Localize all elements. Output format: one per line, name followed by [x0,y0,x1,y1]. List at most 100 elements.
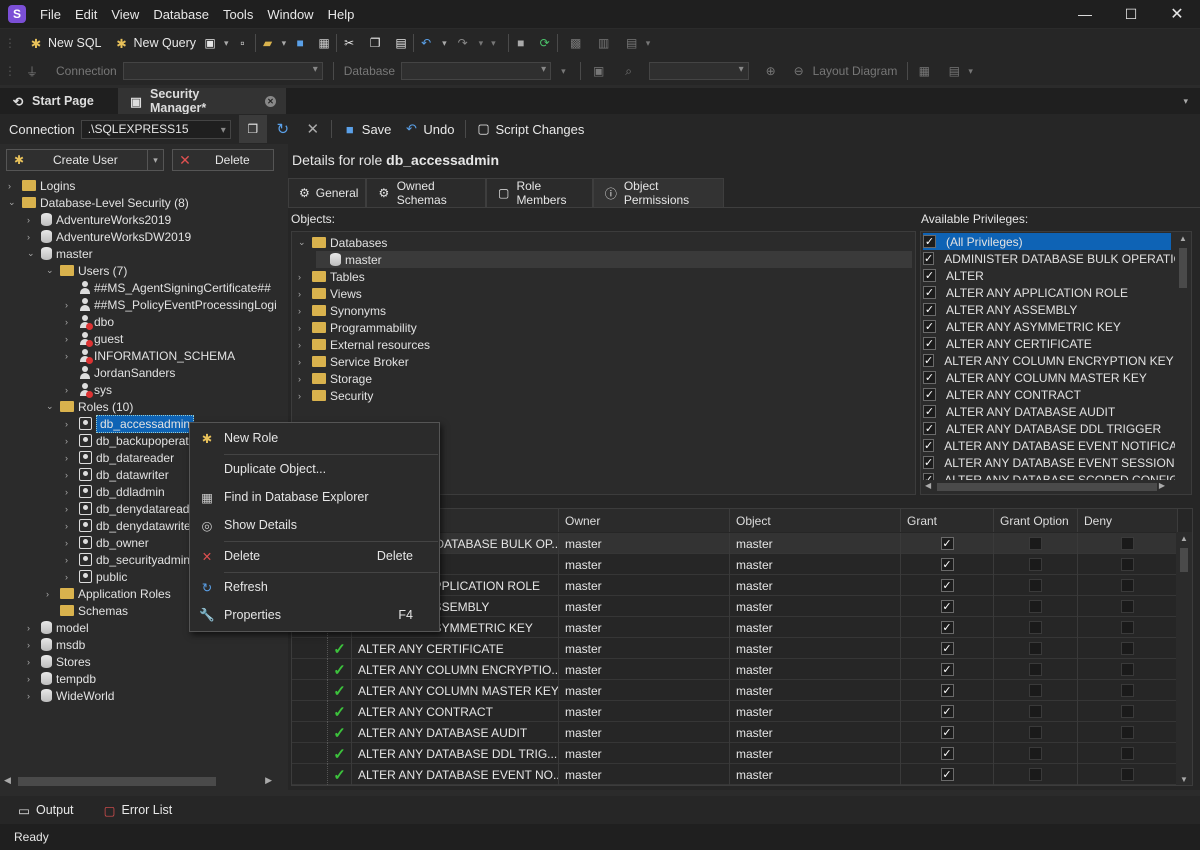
layout-diagram-button[interactable]: Layout Diagram [813,64,898,78]
tree-item[interactable]: › db_denydatawriter [65,517,195,534]
privilege-checkbox[interactable]: ✓ [923,371,936,384]
undo-button[interactable]: ↶ Undo [397,117,460,141]
grant-checkbox[interactable]: ✓ [901,743,994,764]
tree-item[interactable]: ⌄ master [27,245,93,262]
grant-checkbox[interactable]: ✓ [901,533,994,554]
grant-option-checkbox[interactable] [994,659,1078,680]
tab-owned-schemas[interactable]: ⚙ Owned Schemas [366,178,486,207]
menu-duplicate-object[interactable]: Duplicate Object... [190,457,439,481]
object-tree-item[interactable]: › External resources [298,336,430,353]
privilege-item[interactable]: ✓ ALTER ANY COLUMN MASTER KEY [923,369,1171,386]
privilege-checkbox[interactable]: ✓ [923,235,936,248]
error-list-tab[interactable]: ▢ Error List [96,798,179,822]
tree-item[interactable]: › INFORMATION_SCHEMA [65,347,235,364]
close-window-button[interactable]: ✕ [1154,4,1200,24]
expand-chevron-icon[interactable]: › [298,323,308,333]
open-icon[interactable]: ▰ [260,35,276,51]
expand-chevron-icon[interactable]: › [298,272,308,282]
deny-checkbox[interactable] [1078,764,1178,785]
new-window-icon[interactable]: ▣ [202,35,218,51]
object-tree-item[interactable]: › Storage [298,370,372,387]
grant-checkbox[interactable]: ✓ [901,764,994,785]
expand-chevron-icon[interactable]: ⌄ [46,265,56,276]
privileges-hscrollbar[interactable]: ◀ ▶ [921,480,1191,494]
grant-checkbox[interactable]: ✓ [901,554,994,575]
table-row[interactable]: ✓ ALTER ANY DATABASE AUDIT master master ✓ [292,722,1178,743]
zoom-icon[interactable]: ⌕ [621,63,637,79]
grant-option-checkbox[interactable] [994,764,1078,785]
deny-checkbox[interactable] [1078,596,1178,617]
privilege-item[interactable]: ✓ ALTER ANY COLUMN ENCRYPTION KEY [923,352,1174,369]
maximize-button[interactable]: ☐ [1108,6,1154,23]
privilege-item[interactable]: ✓ ALTER ANY DATABASE AUDIT [923,403,1171,420]
table-row[interactable]: ✓ ALTER ANY DATABASE EVENT NO... master mas… [292,764,1178,785]
tree-item[interactable]: › db_accessadmin [65,414,195,433]
tree-item[interactable]: ⌄ Database-Level Security (8) [8,194,189,211]
grant-option-checkbox[interactable] [994,533,1078,554]
privilege-item[interactable]: ✓ ALTER ANY DATABASE EVENT NOTIFICATION [923,437,1191,454]
cancel-icon[interactable]: ✕ [305,121,321,138]
tab-general[interactable]: ⚙ General [288,178,366,207]
create-user-dropdown-icon[interactable]: ▾ [147,150,163,170]
print-icon[interactable]: ▣ [591,63,607,79]
grid-vscrollbar[interactable]: ▲ ▼ [1176,532,1192,785]
grid-column-header[interactable]: Deny [1078,509,1178,532]
menu-view[interactable]: View [111,7,139,22]
expand-chevron-icon[interactable]: › [298,289,308,299]
tree-item[interactable]: › ##MS_PolicyEventProcessingLogin## [65,296,276,313]
deny-checkbox[interactable] [1078,701,1178,722]
deny-checkbox[interactable] [1078,743,1178,764]
grant-option-checkbox[interactable] [994,575,1078,596]
privilege-checkbox[interactable]: ✓ [923,320,936,333]
menu-properties[interactable]: 🔧 Properties F4 [190,603,439,627]
zoom-combo[interactable] [648,62,749,80]
deny-checkbox[interactable] [1078,722,1178,743]
privilege-checkbox[interactable]: ✓ [923,456,935,469]
privilege-item[interactable]: ✓ ALTER ANY DATABASE EVENT SESSION [923,454,1175,471]
new-item-icon[interactable]: ▫ [235,35,251,51]
toolbar-icon-a[interactable]: ▩ [568,35,584,51]
menu-window[interactable]: Window [267,7,313,22]
privilege-checkbox[interactable]: ✓ [923,439,935,452]
privilege-item[interactable]: ✓ ALTER ANY CERTIFICATE [923,335,1171,352]
expand-chevron-icon[interactable]: › [65,470,75,480]
grant-checkbox[interactable]: ✓ [901,680,994,701]
output-tab[interactable]: ▭ Output [10,798,80,822]
grant-checkbox[interactable]: ✓ [901,722,994,743]
tree-item[interactable]: Schemas [46,602,128,619]
zoom-in-icon[interactable]: ⊕ [763,63,779,79]
privilege-checkbox[interactable]: ✓ [923,286,936,299]
grant-checkbox[interactable]: ✓ [901,596,994,617]
privilege-item[interactable]: ✓ ADMINISTER DATABASE BULK OPERATIONS [923,250,1191,267]
expand-chevron-icon[interactable]: › [27,215,37,225]
privilege-item[interactable]: ✓ ALTER ANY APPLICATION ROLE [923,284,1171,301]
toolbar-icon-c[interactable]: ▤ [624,35,640,51]
save-button[interactable]: ■ Save [336,117,398,141]
tree-item[interactable]: › db_datareader [65,449,174,466]
new-sql-button[interactable]: ✱ New SQL [22,31,108,55]
tree-item[interactable]: › dbo [65,313,114,330]
tree-item[interactable]: › sys [65,381,112,398]
menu-database[interactable]: Database [153,7,209,22]
expand-chevron-icon[interactable]: › [65,487,75,497]
tree-item[interactable]: › model [27,619,89,636]
expand-chevron-icon[interactable]: › [65,521,75,531]
deny-checkbox[interactable] [1078,575,1178,596]
tree-item[interactable]: › db_ddladmin [65,483,165,500]
paste-icon[interactable]: ▤ [393,35,409,51]
page-icon[interactable]: ▤ [946,63,962,79]
object-tree-item[interactable]: master [316,251,912,268]
refresh-icon[interactable]: ↻ [275,121,291,138]
deny-checkbox[interactable] [1078,680,1178,701]
table-row[interactable]: ✓ ALTER ANY CONTRACT master master ✓ [292,701,1178,722]
tree-item[interactable]: › db_datawriter [65,466,169,483]
privileges-vscrollbar[interactable]: ▲ [1175,232,1191,480]
grant-option-checkbox[interactable] [994,638,1078,659]
zoom-out-icon[interactable]: ⊖ [791,63,807,79]
expand-chevron-icon[interactable]: › [298,374,308,384]
grant-option-checkbox[interactable] [994,617,1078,638]
tree-item[interactable]: › db_denydatareader [65,500,200,517]
privilege-checkbox[interactable]: ✓ [923,252,935,265]
tree-item[interactable]: › tempdb [27,670,96,687]
tree-item[interactable]: JordanSanders [65,364,175,381]
